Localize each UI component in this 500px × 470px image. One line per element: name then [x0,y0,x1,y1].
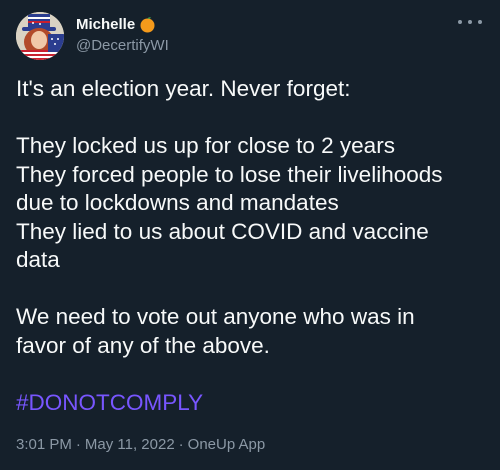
display-name[interactable]: Michelle [76,16,135,33]
hashtag-link[interactable]: #DONOTCOMPLY [16,389,496,418]
user-names: Michelle @DecertifyWI [76,12,484,56]
avatar-image [16,12,64,60]
tweet-line: favor of any of the above. [16,332,270,358]
tweet-line: data [16,247,60,272]
tweet-date[interactable]: May 11, 2022 [85,436,175,453]
tweet-line: They locked us up for close to 2 years [16,133,395,158]
avatar[interactable] [16,12,64,60]
name-row: Michelle [76,14,484,34]
tweet-header: Michelle @DecertifyWI [16,12,484,60]
tweet-text: It's an election year. Never forget: The… [16,75,496,417]
meta-separator: · [178,436,184,453]
dot-icon [458,20,462,24]
tweet-line: We need to vote out anyone who was in [16,304,415,329]
dot-icon [468,20,472,24]
tweet-meta: 3:01 PM · May 11, 2022 · OneUp App [16,436,265,453]
dot-icon [478,20,482,24]
tweet-line: They lied to us about COVID and vaccine [16,218,429,244]
tweet-line: They forced people to lose their livelih… [16,161,443,187]
meta-separator: · [75,436,81,453]
tweet-card: Michelle @DecertifyWI It's an election y… [0,0,500,470]
user-handle[interactable]: @DecertifyWI [76,36,484,56]
tweet-source[interactable]: OneUp App [188,436,266,453]
tweet-time[interactable]: 3:01 PM [16,436,72,453]
orange-icon [139,16,156,33]
more-options-icon[interactable] [458,16,482,28]
tweet-line: due to lockdowns and mandates [16,190,339,215]
tweet-line: It's an election year. Never forget: [16,76,351,101]
